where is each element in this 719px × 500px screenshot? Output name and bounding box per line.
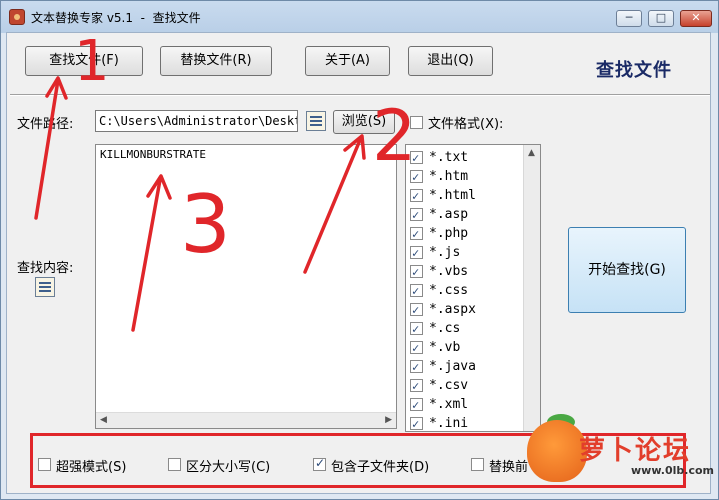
find-files-button[interactable]: 查找文件(F) [25, 46, 143, 76]
path-list-icon[interactable] [306, 111, 326, 131]
file-format-item-label: *.cs [429, 321, 461, 336]
browse-button[interactable]: 浏览(S) [333, 110, 395, 134]
option-label: 替换前 [489, 460, 529, 475]
window-title: 文本替换专家 v5.1 - 查找文件 [31, 11, 201, 25]
file-format-item-checkbox[interactable] [410, 396, 423, 415]
file-format-item-checkbox[interactable] [410, 206, 423, 225]
replace-files-button[interactable]: 替换文件(R) [160, 46, 272, 76]
scroll-up-icon[interactable]: ▲ [528, 148, 535, 158]
file-format-item-label: *.csv [429, 378, 469, 393]
option-label: 包含子文件夹(D) [331, 460, 430, 475]
option-checkbox[interactable] [38, 458, 51, 471]
file-format-item-label: *.asp [429, 207, 469, 222]
watermark-logo: 萝卜论坛 www.0lb.com [527, 414, 714, 492]
file-format-item-label: *.js [429, 245, 461, 260]
file-format-item-checkbox[interactable] [410, 225, 423, 244]
divider [10, 94, 710, 96]
carrot-icon [527, 420, 587, 482]
file-format-item-label: *.java [429, 359, 476, 374]
file-format-item-label: *.html [429, 188, 476, 203]
watermark-url: www.0lb.com [631, 464, 714, 477]
file-format-item-checkbox[interactable] [410, 149, 423, 168]
search-content-input[interactable]: KILLMONBURSTRATE ◀ ▶ [95, 144, 397, 429]
file-format-item-label: *.css [429, 283, 469, 298]
about-button[interactable]: 关于(A) [305, 46, 390, 76]
exit-button[interactable]: 退出(Q) [408, 46, 493, 76]
file-format-item-checkbox[interactable] [410, 377, 423, 396]
file-format-item-checkbox[interactable] [410, 301, 423, 320]
horizontal-scrollbar[interactable]: ◀ ▶ [96, 412, 396, 428]
file-format-item-label: *.xml [429, 397, 469, 412]
file-format-item-checkbox[interactable] [410, 320, 423, 339]
file-format-item-label: *.ini [429, 416, 469, 431]
maximize-button[interactable]: □ [648, 10, 674, 27]
file-format-item-checkbox[interactable] [410, 282, 423, 301]
scroll-right-icon[interactable]: ▶ [385, 415, 392, 425]
file-format-item-checkbox[interactable] [410, 358, 423, 377]
file-format-checkbox[interactable] [410, 116, 423, 129]
file-format-item-checkbox[interactable] [410, 168, 423, 187]
search-content-label: 查找内容: [17, 261, 74, 276]
app-icon [9, 9, 25, 25]
close-button[interactable]: ✕ [680, 10, 712, 27]
option-label: 超强模式(S) [56, 460, 127, 475]
file-format-item-label: *.php [429, 226, 469, 241]
file-format-item-label: *.aspx [429, 302, 476, 317]
file-format-item-label: *.txt [429, 150, 469, 165]
search-list-icon[interactable] [35, 277, 55, 297]
vertical-scrollbar[interactable]: ▲ [523, 145, 540, 431]
file-format-label: 文件格式(X): [428, 117, 504, 132]
file-format-list: ▲ *.txt *.htm *.html *.asp *.php *.js *.vbs *.c… [405, 144, 541, 432]
minimize-button[interactable]: ─ [616, 10, 642, 27]
file-format-item-checkbox[interactable] [410, 339, 423, 358]
path-label: 文件路径: [17, 117, 74, 132]
file-format-item-label: *.vbs [429, 264, 469, 279]
option-checkbox[interactable] [313, 456, 326, 471]
file-format-item-checkbox[interactable] [410, 415, 423, 431]
file-format-item-label: *.vb [429, 340, 461, 355]
option-label: 区分大小写(C) [186, 460, 271, 475]
file-format-item-checkbox[interactable] [410, 187, 423, 206]
option-checkbox[interactable] [168, 458, 181, 471]
option-checkbox[interactable] [471, 458, 484, 471]
file-format-item-checkbox[interactable] [410, 263, 423, 282]
page-title: 查找文件 [596, 60, 672, 81]
start-search-button[interactable]: 开始查找(G) [568, 227, 686, 313]
search-content-text: KILLMONBURSTRATE [100, 148, 206, 161]
scroll-left-icon[interactable]: ◀ [100, 415, 107, 425]
watermark-text: 萝卜论坛 [579, 436, 692, 466]
title-bar: 文本替换专家 v5.1 - 查找文件 ─ □ ✕ [1, 1, 718, 33]
path-input[interactable]: C:\Users\Administrator\Desktop [95, 110, 298, 132]
file-format-item-checkbox[interactable] [410, 244, 423, 263]
file-format-item-label: *.htm [429, 169, 469, 184]
